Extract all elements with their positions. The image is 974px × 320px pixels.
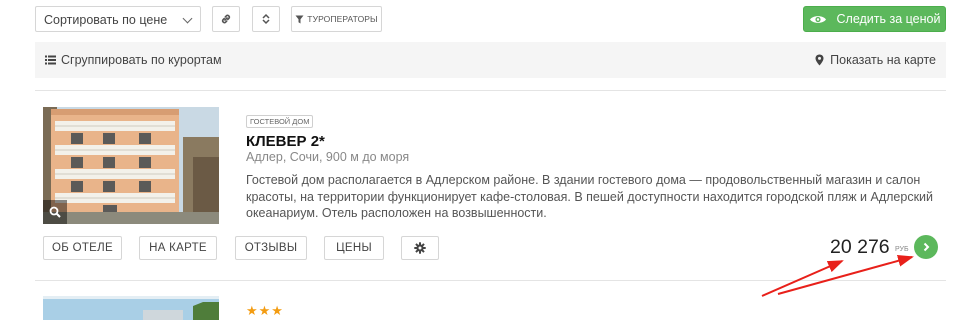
filter-icon — [295, 15, 304, 23]
sort-direction-button[interactable] — [252, 6, 280, 32]
gear-icon — [414, 242, 426, 254]
hotel-photo[interactable] — [43, 296, 219, 320]
group-by-resort-label: Сгруппировать по курортам — [61, 53, 222, 67]
chevron-right-icon — [923, 242, 930, 252]
reviews-button[interactable]: Отзывы — [235, 236, 307, 260]
settings-button[interactable] — [401, 236, 439, 260]
on-map-button[interactable]: На карте — [139, 236, 217, 260]
chevron-down-icon — [182, 13, 193, 24]
hotel-name[interactable]: КЛЕВЕР 2* — [246, 133, 325, 150]
prices-button[interactable]: Цены — [324, 236, 384, 260]
show-on-map-link[interactable]: Показать на карте — [815, 53, 936, 67]
price-currency: руб — [895, 246, 909, 253]
magnifier-icon — [49, 206, 61, 218]
hotel-price: 20 276 — [830, 236, 890, 258]
touroperators-label: Туроператоры — [307, 14, 378, 24]
map-marker-icon — [815, 54, 824, 66]
link-icon — [221, 14, 231, 24]
follow-price-button[interactable]: Следить за ценой — [803, 6, 946, 32]
divider — [35, 280, 946, 281]
toolbar: Сортировать по цене Туроператоры Следить… — [35, 6, 946, 32]
hotel-type-badge: Гостевой дом — [246, 115, 314, 128]
group-bar: Сгруппировать по курортам Показать на ка… — [35, 42, 946, 78]
hotel-building-image — [43, 107, 219, 224]
hotel-building-image — [43, 296, 219, 320]
sort-select-value: Сортировать по цене — [44, 13, 168, 27]
hotel-photo[interactable] — [43, 107, 219, 224]
touroperators-button[interactable]: Туроператоры — [291, 6, 382, 32]
arrow-to-price — [761, 260, 844, 297]
group-by-resort-toggle[interactable]: Сгруппировать по курортам — [45, 53, 222, 67]
zoom-button[interactable] — [43, 200, 67, 224]
hotel-description: Гостевой дом располагается в Адлерском р… — [246, 173, 934, 220]
sort-select[interactable]: Сортировать по цене — [35, 6, 201, 32]
eye-icon — [809, 15, 826, 23]
follow-price-label: Следить за ценой — [836, 12, 941, 26]
hotel-location: Адлер, Сочи, 900 м до моря — [246, 150, 410, 164]
sort-arrows-icon — [262, 13, 270, 25]
link-button[interactable] — [212, 6, 240, 32]
arrow-to-open-button — [777, 254, 914, 295]
list-icon — [45, 55, 56, 65]
open-hotel-button[interactable] — [914, 235, 938, 259]
about-hotel-button[interactable]: Об отеле — [43, 236, 122, 260]
hotel-stars: ★★★ — [246, 303, 284, 318]
divider — [35, 90, 946, 91]
show-on-map-label: Показать на карте — [830, 53, 936, 67]
